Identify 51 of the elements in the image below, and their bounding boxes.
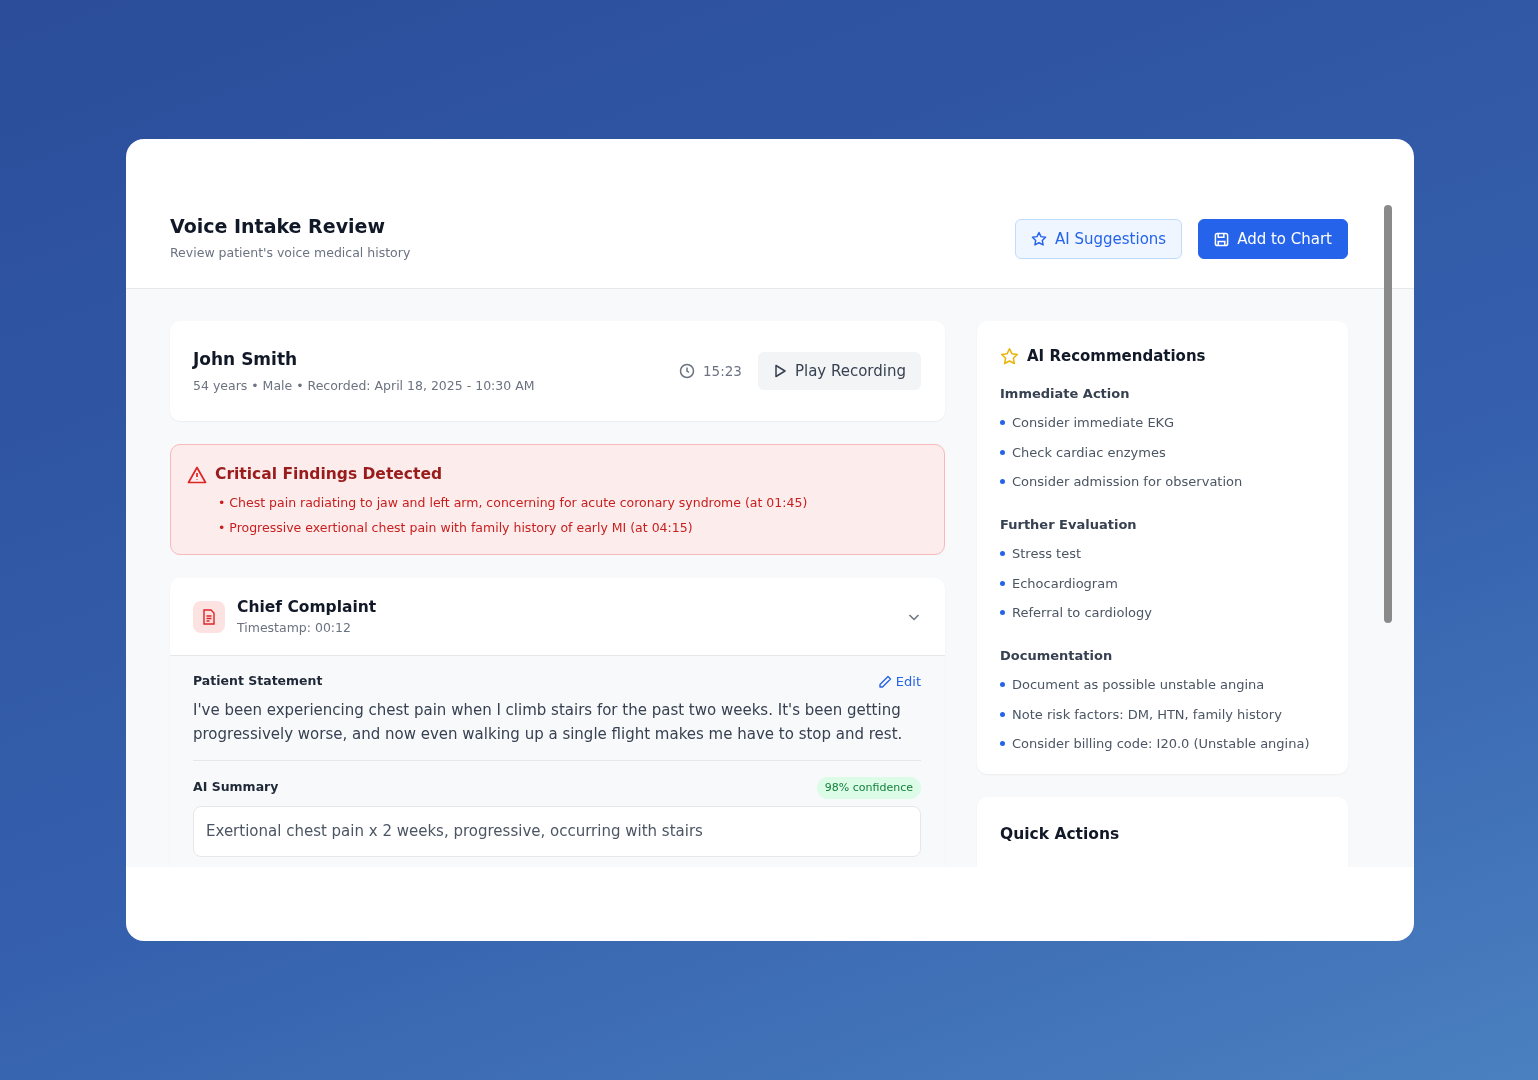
star-icon [1000, 346, 1019, 366]
patient-statement: I've been experiencing chest pain when I climb stairs for the past two weeks. It's been getting progressively worse, and now even walking up a single flight makes me have to stop and rest. [193, 697, 921, 761]
recording-duration: 15:23 [703, 362, 742, 381]
pencil-icon [877, 674, 892, 689]
recommendations-title: AI Recommendations [1027, 346, 1206, 367]
patient-details: 54 years • Male • Recorded: April 18, 2025 - 10:30 AM [193, 376, 535, 395]
bullet-icon [1000, 610, 1005, 616]
recommendation-item: Document as possible unstable angina [1012, 676, 1265, 694]
save-icon [1214, 231, 1230, 247]
play-recording-button[interactable]: Play Recording [757, 351, 921, 391]
bullet-icon [1000, 449, 1005, 455]
edit-link[interactable]: Edit [877, 672, 921, 692]
group-heading: Immediate Action [1000, 384, 1131, 403]
scrollbar-thumb[interactable] [1384, 205, 1392, 623]
finding-item: • Progressive exertional chest pain with family history of early MI (at 04:15) [218, 519, 694, 538]
warning-icon [187, 465, 207, 484]
quick-actions-title: Quick Actions [1000, 823, 1121, 845]
add-to-chart-button[interactable]: Add to Chart [1198, 218, 1348, 260]
recommendation-item: Consider admission for observation [1012, 473, 1243, 491]
group-heading: Documentation [1000, 646, 1114, 665]
clock-icon [679, 363, 695, 380]
recommendation-item: Stress test [1012, 545, 1082, 563]
recommendation-item: Consider immediate EKG [1012, 414, 1175, 432]
ai-suggestions-button[interactable]: AI Suggestions [1015, 218, 1183, 260]
bullet-icon [1000, 420, 1005, 426]
play-icon [772, 364, 787, 379]
section-title: Chief Complaint [237, 597, 377, 618]
star-icon [1031, 231, 1047, 247]
bullet-icon [1000, 580, 1005, 586]
group-heading: Further Evaluation [1000, 515, 1138, 534]
bullet-icon [1000, 551, 1005, 557]
recommendation-item: Referral to cardiology [1012, 604, 1152, 622]
statement-label: Patient Statement [193, 672, 323, 691]
recommendation-item: Check cardiac enzymes [1012, 443, 1166, 462]
page-subtitle: Review patient's voice medical history [170, 244, 411, 262]
bullet-icon [1000, 741, 1005, 747]
bullet-icon [1000, 711, 1005, 717]
bullet-icon [1000, 479, 1005, 485]
confidence-badge: 98% confidence [816, 776, 921, 799]
page-title: Voice Intake Review [170, 215, 386, 238]
alert-title: Critical Findings Detected [215, 464, 442, 486]
patient-name: John Smith [193, 348, 299, 371]
finding-item: • Chest pain radiating to jaw and left arm, concerning for acute coronary syndrome (at 01:45) [218, 493, 809, 512]
section-timestamp: Timestamp: 00:12 [237, 619, 352, 638]
document-icon [193, 601, 225, 633]
summary-label: AI Summary [193, 778, 279, 797]
recommendation-item: Consider billing code: I20.0 (Unstable angina) [1012, 735, 1310, 753]
recommendation-item: Note risk factors: DM, HTN, family history [1012, 705, 1282, 724]
summary-field[interactable]: Exertional chest pain x 2 weeks, progressive, occurring with stairs [193, 806, 921, 857]
recommendation-item: Echocardiogram [1012, 574, 1118, 593]
bullet-icon [1000, 682, 1005, 688]
